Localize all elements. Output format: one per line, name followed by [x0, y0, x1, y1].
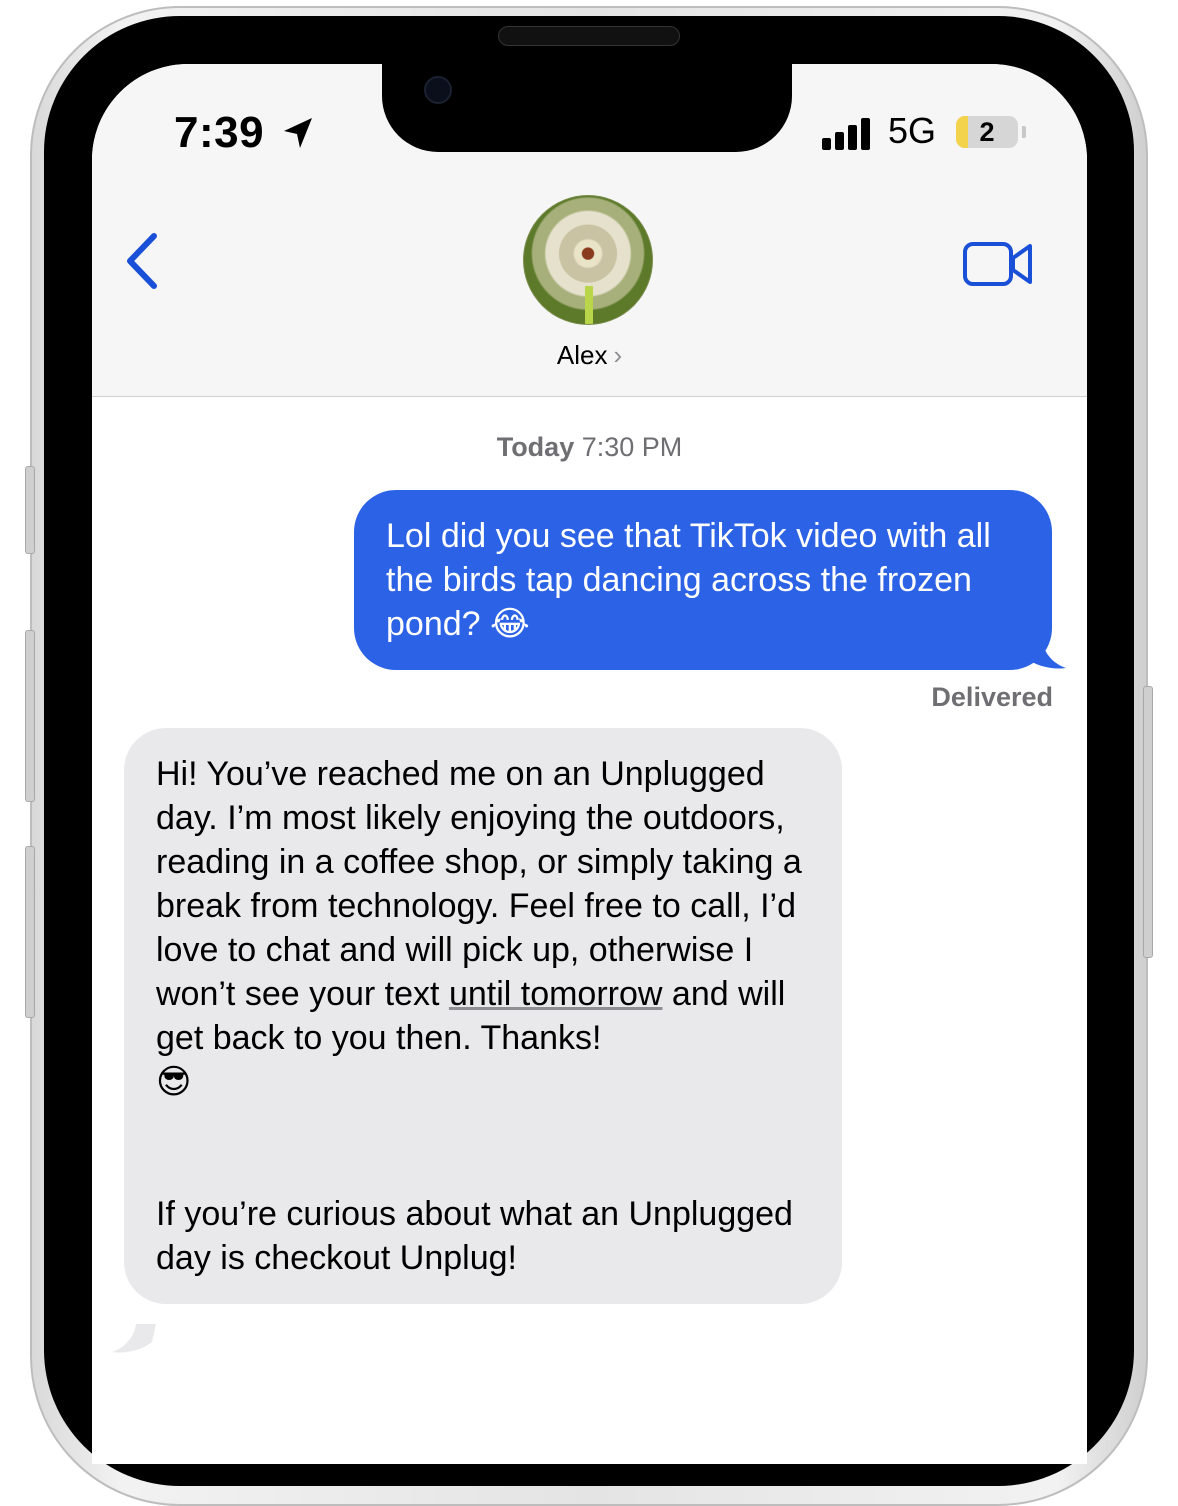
timestamp-time: 7:30 PM: [581, 432, 683, 462]
incoming-message-bubble[interactable]: Hi! You’ve reached me on an Unplugged da…: [124, 728, 842, 1304]
phone-notch: [382, 60, 792, 152]
message-paragraph-gap: [156, 1104, 810, 1192]
battery-tip: [1022, 126, 1026, 138]
video-camera-icon[interactable]: [962, 240, 1034, 288]
incoming-message-text-3: If you’re curious about what an Unplugge…: [156, 1195, 793, 1277]
outgoing-message-bubble[interactable]: Lol did you see that TikTok video with a…: [354, 490, 1052, 670]
delivery-status: Delivered: [931, 682, 1053, 712]
avatar-stem: [585, 286, 593, 324]
timestamp-day: Today: [496, 432, 575, 462]
battery-level: 2: [979, 117, 995, 147]
status-time: 7:39: [174, 108, 265, 157]
phone-screen: 7:39 5G 2 Alex › Today 7:30 PM Lol did y…: [92, 64, 1087, 1464]
tears-of-joy-emoji: 😂: [490, 604, 530, 644]
outgoing-message-text: Lol did you see that TikTok video with a…: [386, 517, 991, 643]
outgoing-bubble-tail: [1022, 640, 1066, 669]
battery-icon: 2: [956, 116, 1018, 148]
power-button: [1143, 686, 1153, 958]
volume-down-button: [25, 846, 35, 1018]
back-chevron-icon[interactable]: [120, 230, 164, 292]
volume-up-button: [25, 630, 35, 802]
location-arrow-icon: [284, 118, 312, 148]
incoming-bubble-tail: [112, 1324, 156, 1353]
contact-chevron-icon: ›: [613, 340, 623, 370]
date-link[interactable]: until tomorrow: [449, 975, 663, 1013]
front-camera: [424, 76, 452, 104]
contact-name: Alex: [556, 340, 608, 370]
message-timestamp: Today 7:30 PM: [92, 432, 1087, 463]
contact-avatar[interactable]: [523, 195, 653, 325]
contact-name-button[interactable]: Alex ›: [92, 340, 1087, 371]
network-type: 5G: [888, 110, 937, 151]
signal-bars-icon: [822, 118, 870, 150]
sunglasses-emoji: 😎: [156, 1062, 192, 1102]
earpiece-speaker: [498, 26, 680, 46]
mute-switch: [25, 466, 35, 554]
